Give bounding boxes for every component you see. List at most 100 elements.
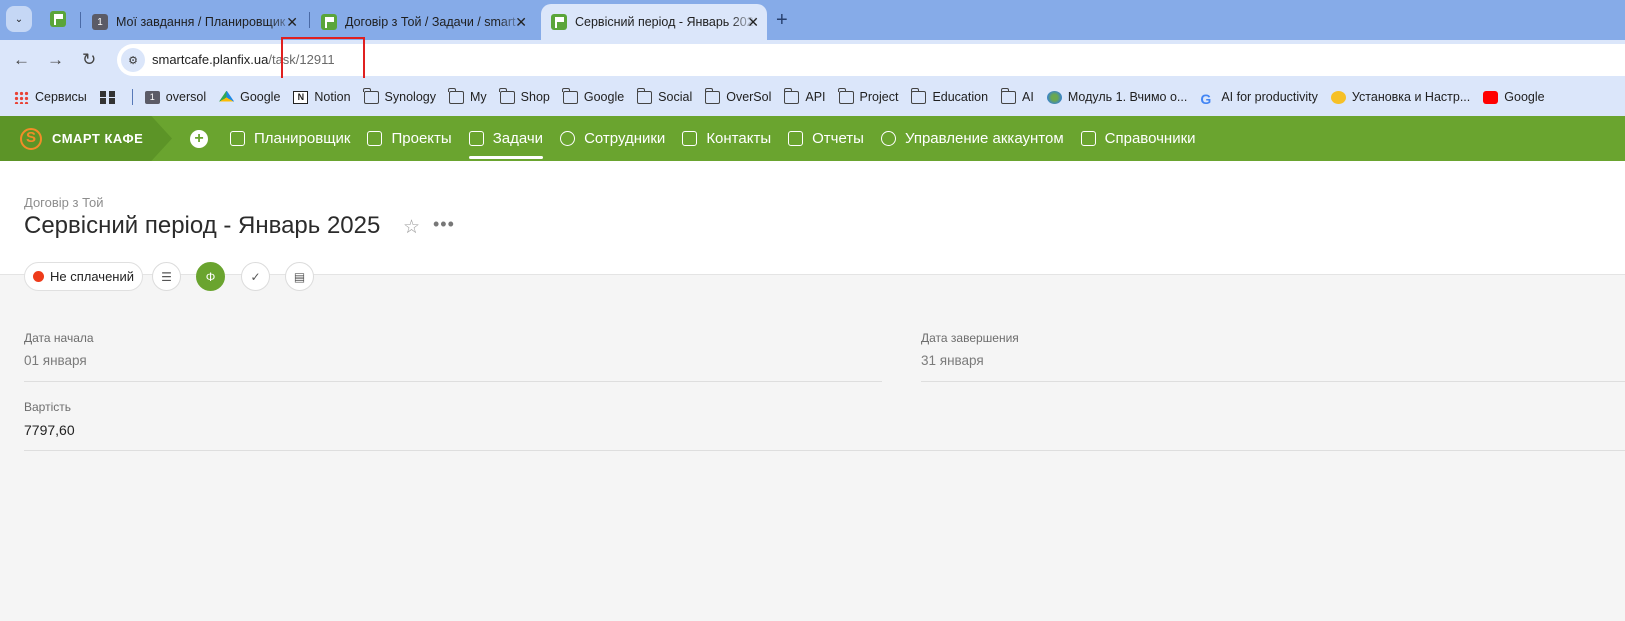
pinned-tab[interactable] [50, 11, 66, 27]
back-arrow-icon[interactable]: ← [13, 50, 30, 70]
bookmark-label: Сервисы [35, 90, 87, 104]
nav-label: Проекты [391, 130, 452, 147]
bookmark-google-folder[interactable]: Google [562, 87, 625, 104]
bookmark-education[interactable]: Education [910, 87, 988, 104]
tab-search-button[interactable]: ⌄ [6, 6, 32, 32]
bookmark-module-1[interactable]: Модуль 1. Вчимо о... [1046, 90, 1187, 104]
site-info-icon[interactable]: ⚙ [121, 48, 145, 72]
browser-tab-strip: ⌄ 1 Мої завдання / Планировщик ✕ Договір… [0, 0, 1625, 40]
status-label: Не сплачений [50, 269, 135, 284]
folder-icon [448, 87, 464, 104]
tasks-icon [468, 131, 484, 146]
bookmark-youtube[interactable]: Google [1483, 90, 1545, 104]
cost-label: Вартість [24, 400, 71, 414]
nav-label: Планировщик [254, 130, 351, 147]
planfix-icon: Φ [205, 269, 216, 284]
star-icon[interactable]: ☆ [403, 216, 420, 239]
bookmark-notion[interactable]: N Notion [293, 90, 351, 104]
planner-icon [230, 131, 245, 146]
url-host: smartcafe.planfix.ua [152, 52, 269, 67]
bookmark-oversol-folder[interactable]: OverSol [704, 87, 772, 104]
nav-label: Контакты [706, 130, 772, 147]
bookmark-label: Google [583, 90, 625, 104]
nav-reports[interactable]: Отчеты [788, 116, 864, 161]
cost-value[interactable]: 7797,60 [24, 422, 75, 438]
bookmark-google-drive[interactable]: Google [219, 90, 280, 104]
folder-icon [499, 87, 515, 104]
bookmark-separator [131, 89, 133, 105]
check-circle-icon: ✓ [250, 269, 261, 284]
apps-grid-icon [14, 90, 29, 104]
close-icon[interactable]: ✕ [286, 14, 298, 31]
bookmark-api[interactable]: API [783, 87, 826, 104]
planfix-view-button[interactable]: Φ [196, 262, 225, 291]
checklist-button[interactable]: ✓ [241, 262, 270, 291]
bookmark-label: Notion [314, 90, 351, 104]
start-date-value[interactable]: 01 января [24, 353, 87, 368]
reload-icon[interactable]: ↻ [82, 50, 96, 70]
bookmark-project[interactable]: Project [838, 87, 899, 104]
bookmark-shop[interactable]: Shop [499, 87, 550, 104]
google-drive-icon [219, 90, 235, 102]
planfix-flag-icon [50, 11, 66, 27]
nav-directories[interactable]: Справочники [1080, 116, 1196, 161]
bookmark-label: Social [658, 90, 693, 104]
tab-service-period[interactable]: Сервісний період - Январь 2025 ✕ [541, 4, 767, 40]
status-badge[interactable]: Не сплачений [24, 262, 144, 291]
browser-toolbar: ← → ↻ ⚙ smartcafe.planfix.ua/task/12911 [0, 40, 1625, 78]
divider [921, 381, 1625, 382]
bookmark-label: My [469, 90, 487, 104]
bookmark-ai-productivity[interactable]: G AI for productivity [1200, 90, 1318, 107]
planfix-flag-icon [321, 14, 337, 30]
end-date-label: Дата завершения [921, 331, 1019, 345]
more-icon[interactable]: ••• [433, 214, 455, 235]
employees-icon [560, 131, 576, 146]
bookmark-oversol[interactable]: 1 oversol [144, 90, 207, 104]
nav-label: Справочники [1104, 130, 1196, 147]
bookmark-label: Synology [384, 90, 436, 104]
close-icon[interactable]: ✕ [747, 14, 759, 31]
bookmark-install[interactable]: Установка и Настр... [1330, 90, 1470, 104]
bookmark-ai[interactable]: AI [1000, 87, 1034, 104]
tab-my-tasks[interactable]: 1 Мої завдання / Планировщик ✕ [82, 4, 306, 40]
folder-icon [1000, 87, 1017, 104]
bookmark-label: Project [859, 90, 899, 104]
nav-label: Сотрудники [584, 130, 666, 147]
account-icon [880, 131, 896, 146]
bookmark-synology[interactable]: Synology [363, 87, 436, 104]
bookmark-social[interactable]: Social [636, 87, 693, 104]
nav-planner[interactable]: Планировщик [230, 116, 350, 161]
bookmark-services[interactable]: Сервисы [14, 90, 87, 104]
nav-employees[interactable]: Сотрудники [560, 116, 665, 161]
folder-icon [838, 87, 854, 104]
nav-account[interactable]: Управление аккаунтом [880, 116, 1064, 161]
end-date-value[interactable]: 31 января [921, 353, 984, 368]
main-nav: Планировщик Проекты Задачи Сотрудники Ко… [230, 116, 1213, 161]
nav-tasks[interactable]: Задачи [468, 116, 544, 161]
status-dot-icon [33, 271, 44, 282]
nav-label: Управление аккаунтом [904, 130, 1064, 147]
grid-icon [99, 90, 115, 104]
chevron-down-icon: ⌄ [14, 13, 24, 25]
contacts-icon [682, 131, 698, 146]
breadcrumb[interactable]: Договір з Той [24, 195, 104, 210]
nav-contacts[interactable]: Контакты [682, 116, 771, 161]
start-date-label: Дата начала [24, 331, 94, 345]
add-button[interactable]: + [190, 130, 208, 148]
app-logo[interactable]: СМАРТ КАФЕ [0, 116, 172, 161]
comments-button[interactable]: ▤ [285, 262, 314, 291]
new-tab-button[interactable]: + [776, 9, 788, 32]
tab-title: Мої завдання / Планировщик [116, 15, 286, 29]
bookmark-label: API [805, 90, 826, 104]
num-icon: 1 [144, 90, 160, 104]
bookmark-grid[interactable] [99, 90, 121, 104]
forward-arrow-icon[interactable]: → [47, 50, 64, 70]
tab-contract[interactable]: Договір з Той / Задачи / smart ✕ [311, 4, 535, 40]
close-icon[interactable]: ✕ [515, 14, 527, 31]
tab-separator [309, 12, 310, 28]
bookmark-my[interactable]: My [448, 87, 487, 104]
bookmark-label: oversol [165, 90, 207, 104]
description-button[interactable]: ☰ [152, 262, 181, 291]
bookmark-label: OverSol [726, 90, 772, 104]
nav-projects[interactable]: Проекты [367, 116, 452, 161]
